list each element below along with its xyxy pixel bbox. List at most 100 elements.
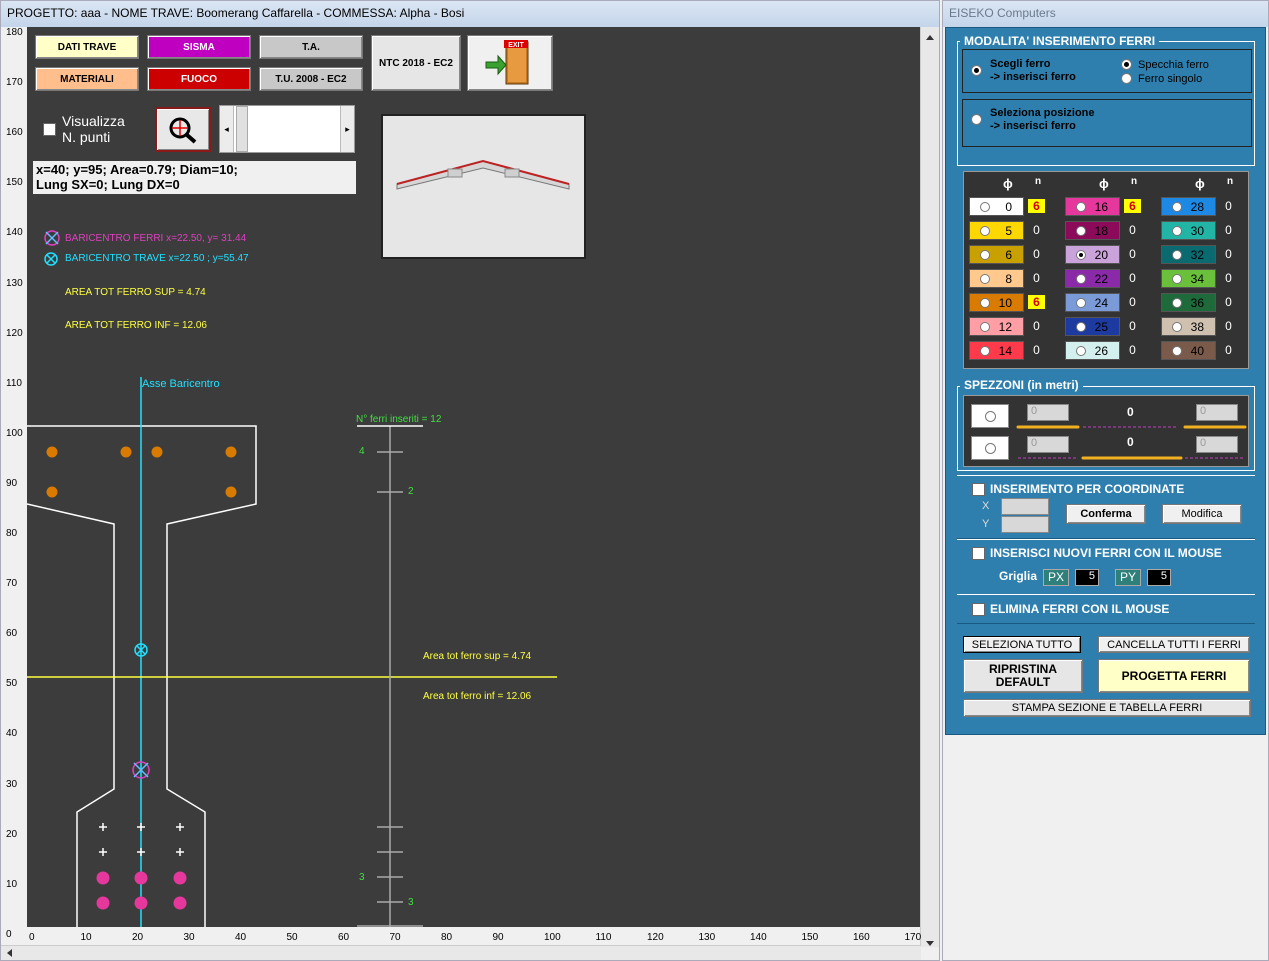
diameter-count: 0 bbox=[1033, 223, 1040, 237]
griglia-label: Griglia bbox=[999, 569, 1038, 583]
diameter-count: 0 bbox=[1033, 343, 1040, 357]
diameter-label: 10 bbox=[998, 295, 1012, 310]
diameter-10-button[interactable]: 10 bbox=[969, 293, 1024, 312]
diameter-radio[interactable] bbox=[1076, 202, 1086, 212]
scroll-up-arrow-icon[interactable] bbox=[926, 35, 934, 40]
diameter-36-button[interactable]: 36 bbox=[1161, 293, 1216, 312]
diameter-count: 0 bbox=[1033, 271, 1040, 285]
scroll-down-arrow-icon[interactable] bbox=[926, 941, 934, 946]
rebar-top bbox=[151, 446, 163, 458]
seleziona-tutto-button[interactable]: SELEZIONA TUTTO bbox=[963, 636, 1081, 653]
diameter-30-button[interactable]: 30 bbox=[1161, 221, 1216, 240]
diameter-5-button[interactable]: 5 bbox=[969, 221, 1024, 240]
rebar-bottom bbox=[173, 896, 187, 910]
diameter-26-button[interactable]: 26 bbox=[1065, 341, 1120, 360]
diameter-radio[interactable] bbox=[1172, 298, 1182, 308]
py-field[interactable]: 5 bbox=[1147, 569, 1171, 586]
diameter-radio[interactable] bbox=[1076, 274, 1086, 284]
diameter-20-button[interactable]: 20 bbox=[1065, 245, 1120, 264]
diameter-label: 5 bbox=[1005, 223, 1012, 238]
vertical-scrollbar[interactable] bbox=[920, 27, 939, 947]
diameter-radio[interactable] bbox=[980, 202, 990, 212]
diameter-28-button[interactable]: 28 bbox=[1161, 197, 1216, 216]
px-field[interactable]: 5 bbox=[1075, 569, 1099, 586]
coord-y-field[interactable] bbox=[1001, 516, 1049, 533]
diameter-34-button[interactable]: 34 bbox=[1161, 269, 1216, 288]
conferma-button[interactable]: Conferma bbox=[1066, 504, 1146, 524]
x-tick-label: 0 bbox=[29, 932, 35, 943]
diameter-radio[interactable] bbox=[980, 250, 990, 260]
x-tick-label: 140 bbox=[750, 932, 767, 943]
diameter-16-button[interactable]: 16 bbox=[1065, 197, 1120, 216]
diameter-count: 0 bbox=[1129, 223, 1136, 237]
spezzone-a-toggle[interactable] bbox=[971, 404, 1009, 428]
ins-mouse-label: INSERISCI NUOVI FERRI CON IL MOUSE bbox=[990, 546, 1222, 560]
diameter-25-button[interactable]: 25 bbox=[1065, 317, 1120, 336]
diameter-radio[interactable] bbox=[1076, 322, 1086, 332]
coord-y-label: Y bbox=[982, 518, 990, 530]
diameter-8-button[interactable]: 8 bbox=[969, 269, 1024, 288]
diameter-38-button[interactable]: 38 bbox=[1161, 317, 1216, 336]
diameter-radio[interactable] bbox=[1076, 250, 1086, 260]
diameter-radio[interactable] bbox=[1172, 274, 1182, 284]
diameter-0-button[interactable]: 0 bbox=[969, 197, 1024, 216]
diameter-radio[interactable] bbox=[1076, 226, 1086, 236]
scroll-left-arrow-icon[interactable] bbox=[7, 949, 12, 957]
diameter-22-button[interactable]: 22 bbox=[1065, 269, 1120, 288]
cancella-tutti-button[interactable]: CANCELLA TUTTI I FERRI bbox=[1098, 636, 1250, 653]
spezzone-a-radio[interactable] bbox=[985, 411, 996, 422]
diameter-radio[interactable] bbox=[980, 274, 990, 284]
horizontal-scrollbar[interactable] bbox=[1, 945, 921, 960]
scegli-radio[interactable] bbox=[971, 65, 982, 76]
diameter-radio[interactable] bbox=[1172, 226, 1182, 236]
x-tick-label: 100 bbox=[544, 932, 561, 943]
diameter-radio[interactable] bbox=[1076, 298, 1086, 308]
ripristina-button[interactable]: RIPRISTINA DEFAULT bbox=[963, 659, 1083, 693]
diameter-40-button[interactable]: 40 bbox=[1161, 341, 1216, 360]
diameter-radio[interactable] bbox=[1172, 250, 1182, 260]
singolo-label: Ferro singolo bbox=[1138, 73, 1203, 85]
ins-coord-checkbox[interactable] bbox=[972, 483, 985, 496]
spezzone-a2-field[interactable]: 0 bbox=[1196, 404, 1238, 421]
y-tick-label: 170 bbox=[6, 77, 23, 89]
spezzone-a1-field[interactable]: 0 bbox=[1027, 404, 1069, 421]
section-drawing bbox=[27, 377, 557, 927]
diameter-6-button[interactable]: 6 bbox=[969, 245, 1024, 264]
spezzone-b-toggle[interactable] bbox=[971, 436, 1009, 460]
elimina-checkbox[interactable] bbox=[972, 603, 985, 616]
stampa-button[interactable]: STAMPA SEZIONE E TABELLA FERRI bbox=[963, 699, 1251, 717]
rebar-bottom bbox=[96, 896, 110, 910]
x-tick-label: 170 bbox=[904, 932, 922, 943]
diameter-radio[interactable] bbox=[980, 298, 990, 308]
x-tick-label: 70 bbox=[389, 932, 401, 943]
specchia-radio[interactable] bbox=[1121, 59, 1132, 70]
progetta-ferri-button[interactable]: PROGETTA FERRI bbox=[1098, 659, 1250, 693]
seleziona-radio[interactable] bbox=[971, 114, 982, 125]
diameter-radio[interactable] bbox=[1172, 322, 1182, 332]
x-tick-label: 110 bbox=[595, 932, 612, 943]
spezzone-b-radio[interactable] bbox=[985, 443, 996, 454]
y-tick-label: 20 bbox=[6, 828, 18, 840]
rebar-bottom bbox=[134, 896, 148, 910]
diameter-14-button[interactable]: 14 bbox=[969, 341, 1024, 360]
diameter-24-button[interactable]: 24 bbox=[1065, 293, 1120, 312]
modifica-button[interactable]: Modifica bbox=[1162, 504, 1242, 524]
diameter-radio[interactable] bbox=[980, 226, 990, 236]
x-tick-label: 40 bbox=[235, 932, 247, 943]
diameter-radio[interactable] bbox=[1076, 346, 1086, 356]
coord-x-field[interactable] bbox=[1001, 498, 1049, 515]
spezzoni-lines bbox=[1016, 425, 1247, 460]
diameter-label: 14 bbox=[998, 343, 1012, 358]
diameter-radio[interactable] bbox=[980, 346, 990, 356]
diameter-18-button[interactable]: 18 bbox=[1065, 221, 1120, 240]
px-label: PX bbox=[1043, 569, 1069, 586]
diameter-radio[interactable] bbox=[1172, 202, 1182, 212]
ins-mouse-checkbox[interactable] bbox=[972, 547, 985, 560]
count-3a-label: 3 bbox=[359, 872, 365, 883]
diameter-radio[interactable] bbox=[980, 322, 990, 332]
singolo-radio[interactable] bbox=[1121, 73, 1132, 84]
diameter-radio[interactable] bbox=[1172, 346, 1182, 356]
diameter-count: 0 bbox=[1225, 199, 1232, 213]
diameter-32-button[interactable]: 32 bbox=[1161, 245, 1216, 264]
diameter-12-button[interactable]: 12 bbox=[969, 317, 1024, 336]
